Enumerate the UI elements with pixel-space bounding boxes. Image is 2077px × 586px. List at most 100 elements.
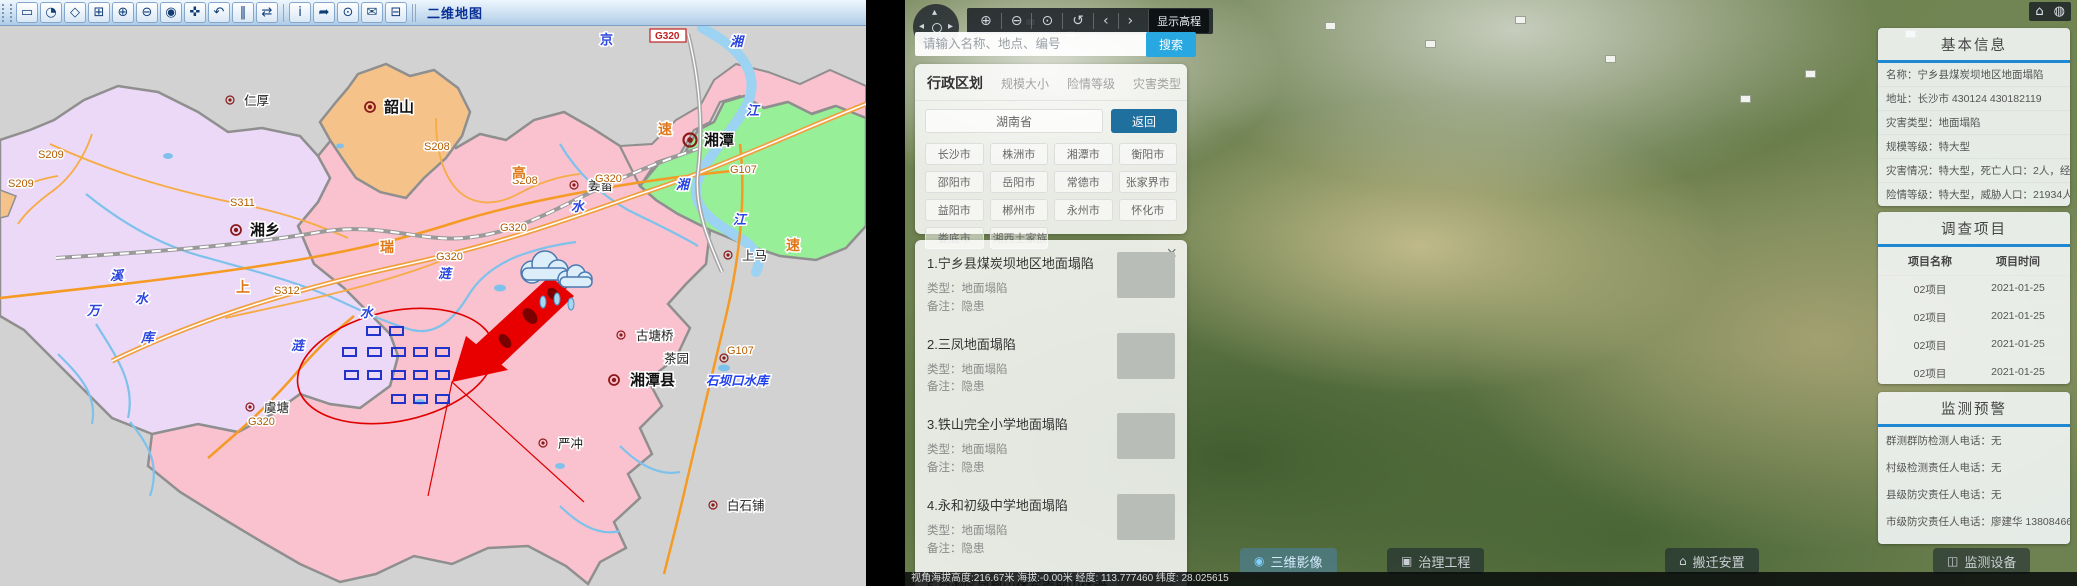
view-toolbar: ⊕⊖⊙↺‹› 显示高程 bbox=[967, 8, 1213, 34]
survey-project-time: 2021-01-25 bbox=[1974, 282, 2062, 297]
mode-button-label: 三维影像 bbox=[1270, 552, 1322, 571]
pan-right-icon[interactable]: ▸ bbox=[948, 22, 953, 32]
mode-button-label: 监测设备 bbox=[1964, 552, 2016, 571]
reset-view-icon[interactable]: ⊙ bbox=[1031, 13, 1062, 29]
city-button[interactable]: 怀化市 bbox=[1119, 199, 1178, 221]
mode-button-2[interactable]: ▣治理工程 bbox=[1387, 548, 1484, 574]
pause-icon[interactable]: ‖ bbox=[232, 2, 254, 23]
export-icon[interactable]: ➦ bbox=[313, 2, 335, 23]
city-button[interactable]: 岳阳市 bbox=[990, 171, 1049, 193]
city-button[interactable]: 郴州市 bbox=[990, 199, 1049, 221]
zoom-out-icon[interactable]: ⊖ bbox=[1001, 13, 1032, 29]
city-button[interactable]: 株洲市 bbox=[990, 143, 1049, 165]
disaster-list-item[interactable]: 3.铁山完全小学地面塌陷类型：地面塌陷备注：隐患 bbox=[915, 401, 1187, 482]
map-label: 上 bbox=[236, 279, 250, 295]
disaster-list-item[interactable]: 4.永和初级中学地面塌陷类型：地面塌陷备注：隐患 bbox=[915, 482, 1187, 563]
filter-tab-3[interactable]: 险情等级 bbox=[1067, 75, 1115, 92]
search-input[interactable] bbox=[915, 32, 1153, 56]
disaster-list-panel: × 1.宁乡县煤炭坝地区地面塌陷类型：地面塌陷备注：隐患2.三凤地面塌陷类型：地… bbox=[915, 240, 1187, 586]
print-icon[interactable]: ⊟ bbox=[385, 2, 407, 23]
disaster-thumbnail bbox=[1117, 413, 1175, 459]
zoom-out-icon[interactable]: ⊖ bbox=[136, 2, 158, 23]
save-icon[interactable]: ⊙ bbox=[337, 2, 359, 23]
map-label: 江 bbox=[733, 212, 748, 227]
map-label: G320 bbox=[248, 416, 275, 428]
map-label: 韶山 bbox=[384, 98, 414, 116]
zoom-previous-icon[interactable]: ↶ bbox=[208, 2, 230, 23]
prev-icon[interactable]: ‹ bbox=[1093, 13, 1118, 29]
monitor-line: 市级防灾责任人电话：廖建华 13808466806 bbox=[1878, 508, 2070, 535]
city-button[interactable]: 湘潭市 bbox=[1054, 143, 1113, 165]
map-label: 高 bbox=[512, 165, 526, 181]
survey-row[interactable]: 02项目2021-01-25 bbox=[1878, 276, 2070, 304]
city-button[interactable]: 邵阳市 bbox=[925, 171, 984, 193]
map-2d-window: ▭◔◇⊞⊕⊖◉✜↶‖⇄i➦⊙✉⊟ 二维地图 bbox=[0, 0, 866, 586]
zoom-in-icon[interactable]: ⊕ bbox=[971, 13, 1001, 29]
map-3d-window: ▴ ▾ ◂ ▸ ⊕⊖⊙↺‹› 显示高程 ⌂ ◍ 搜索 行政区划规模大小险情等级灾… bbox=[905, 0, 2077, 586]
mode-button-4[interactable]: ◫监测设备 bbox=[1933, 548, 2030, 574]
map-label: 京 bbox=[600, 32, 613, 47]
search-button[interactable]: 搜索 bbox=[1146, 32, 1196, 57]
survey-columns: 项目名称 项目时间 bbox=[1878, 247, 2070, 276]
swap-icon[interactable]: ⇄ bbox=[256, 2, 278, 23]
disaster-note: 备注：隐患 bbox=[927, 379, 1175, 397]
map-label: 速 bbox=[786, 237, 800, 253]
pan-icon[interactable]: ✜ bbox=[184, 2, 206, 23]
globe-icon[interactable]: ◉ bbox=[160, 2, 182, 23]
mode-button-icon: ▣ bbox=[1401, 554, 1412, 568]
info-icon[interactable]: i bbox=[289, 2, 311, 23]
pan-up-icon[interactable]: ▴ bbox=[932, 8, 937, 18]
mode-button-3[interactable]: ⌂搬迁安置 bbox=[1665, 548, 1759, 574]
city-button[interactable]: 张家界市 bbox=[1119, 171, 1178, 193]
measure-area-icon[interactable]: ◔ bbox=[40, 2, 62, 23]
survey-row[interactable]: 02项目2021-01-25 bbox=[1878, 360, 2070, 384]
disaster-list-item[interactable]: 2.三凤地面塌陷类型：地面塌陷备注：隐患 bbox=[915, 321, 1187, 402]
map-label: 涟 bbox=[291, 338, 306, 353]
measure-polygon-icon[interactable]: ◇ bbox=[64, 2, 86, 23]
filter-tab-1[interactable]: 行政区划 bbox=[927, 73, 983, 93]
map-label: S311 bbox=[230, 197, 255, 209]
city-button[interactable]: 长沙市 bbox=[925, 143, 984, 165]
survey-row[interactable]: 02项目2021-01-25 bbox=[1878, 332, 2070, 360]
next-icon[interactable]: › bbox=[1118, 13, 1143, 29]
city-button[interactable]: 常德市 bbox=[1054, 171, 1113, 193]
toolbar-grip[interactable] bbox=[2, 4, 12, 22]
disaster-list-item[interactable]: 1.宁乡县煤炭坝地区地面塌陷类型：地面塌陷备注：隐患 bbox=[915, 240, 1187, 321]
filter-tab-4[interactable]: 灾害类型 bbox=[1133, 75, 1181, 92]
map-label: 速 bbox=[658, 121, 672, 137]
map-2d-canvas[interactable]: 韶山湘乡湘潭湘潭县仁厚姜畲上马古塘桥茶园严冲白石铺虞塘S209S209S311S… bbox=[0, 26, 866, 586]
measure-distance-icon[interactable]: ▭ bbox=[16, 2, 38, 23]
rotate-icon[interactable]: ↺ bbox=[1062, 13, 1093, 29]
corner-tools: ⌂ ◍ bbox=[2029, 2, 2071, 21]
map-label: 湘 bbox=[676, 177, 691, 192]
dual-map-application: ▭◔◇⊞⊕⊖◉✜↶‖⇄i➦⊙✉⊟ 二维地图 bbox=[0, 0, 2077, 586]
pan-left-icon[interactable]: ◂ bbox=[919, 22, 924, 32]
province-button[interactable]: 湖南省 bbox=[925, 109, 1103, 133]
filter-tabs: 行政区划 规模大小 险情等级 灾害类型 bbox=[915, 64, 1187, 101]
map-label: G320 bbox=[595, 173, 622, 185]
mail-icon[interactable]: ✉ bbox=[361, 2, 383, 23]
survey-project-name: 02项目 bbox=[1886, 366, 1974, 381]
back-button[interactable]: 返回 bbox=[1111, 109, 1177, 133]
mode-button-1[interactable]: ◉三维影像 bbox=[1240, 548, 1337, 574]
filter-tab-2[interactable]: 规模大小 bbox=[1001, 75, 1049, 92]
show-elevation-button[interactable]: 显示高程 bbox=[1148, 9, 1209, 33]
disaster-thumbnail bbox=[1117, 494, 1175, 540]
disaster-note: 备注：隐患 bbox=[927, 299, 1175, 317]
globe-icon[interactable]: ◍ bbox=[2054, 4, 2065, 19]
g320-badge: G320 bbox=[655, 31, 680, 42]
info-row: 险情等级：特大型，威胁人口：21934人，威胁财产... bbox=[1878, 183, 2070, 206]
map-2d-toolbar: ▭◔◇⊞⊕⊖◉✜↶‖⇄i➦⊙✉⊟ 二维地图 bbox=[0, 0, 866, 26]
survey-row[interactable]: 02项目2021-01-25 bbox=[1878, 304, 2070, 332]
city-button[interactable]: 永州市 bbox=[1054, 199, 1113, 221]
info-row: 规模等级：特大型 bbox=[1878, 135, 2070, 159]
survey-col-name: 项目名称 bbox=[1886, 253, 1974, 269]
city-button[interactable]: 益阳市 bbox=[925, 199, 984, 221]
zoom-in-icon[interactable]: ⊕ bbox=[112, 2, 134, 23]
map-label: 水 bbox=[360, 305, 374, 320]
disaster-thumbnail bbox=[1117, 252, 1175, 298]
grid-icon[interactable]: ⊞ bbox=[88, 2, 110, 23]
home-icon[interactable]: ⌂ bbox=[2035, 4, 2043, 19]
city-button[interactable]: 衡阳市 bbox=[1119, 143, 1178, 165]
survey-project-name: 02项目 bbox=[1886, 310, 1974, 325]
